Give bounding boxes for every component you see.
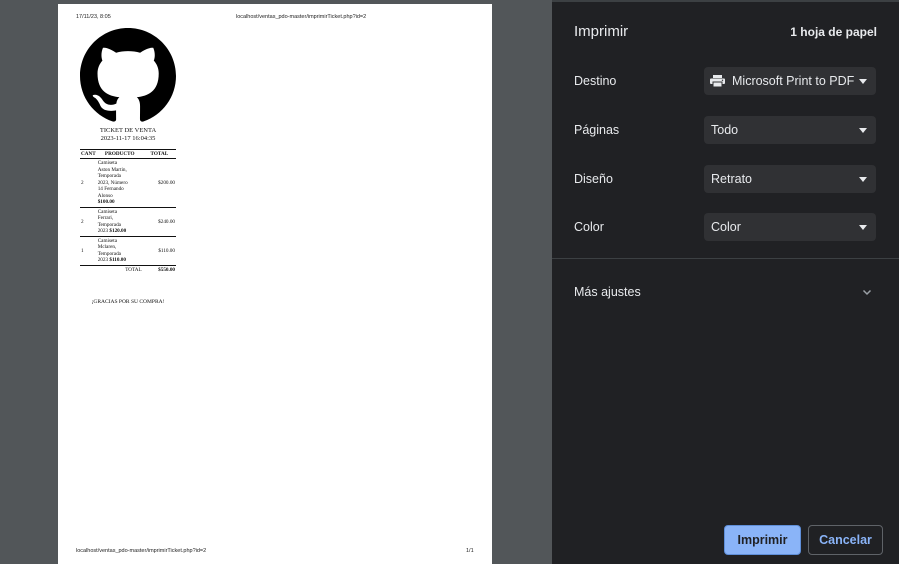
page-header-url: localhost/ventas_pdo-master/imprimirTick… [236, 14, 367, 20]
producto-line-text: 2023 [97, 228, 109, 234]
producto-line: 2023 $110.00 [98, 257, 142, 264]
page-footer-number: 1/1 [466, 548, 474, 554]
ticket-table: CANT PRODUCTO TOTAL 2 Camiseta Aston Mar… [80, 149, 176, 274]
row-producto: Camiseta Aston Martin, Temporada 2023, N… [96, 158, 143, 208]
dropdown-caret-icon [859, 128, 867, 133]
producto-line: 2023 $120.00 [98, 228, 142, 235]
preview-page: 17/11/23, 8:05 localhost/ventas_pdo-mast… [58, 4, 492, 564]
column-header-cant: CANT [80, 149, 97, 159]
dropdown-caret-icon [859, 79, 867, 84]
print-button[interactable]: Imprimir [724, 525, 801, 555]
row-cant: 1 [80, 236, 97, 266]
panel-divider [552, 258, 899, 259]
row-cant: 2 [80, 207, 97, 237]
total-row: TOTAL $550.00 [80, 265, 176, 274]
unit-price: $110.00 [109, 257, 126, 263]
paginas-value: Todo [711, 123, 739, 137]
dropdown-caret-icon [859, 225, 867, 230]
table-row: 1 Camiseta Mclaren, Temporada 2023 $110.… [80, 236, 176, 266]
panel-top-border [552, 0, 899, 2]
destino-select[interactable]: Microsoft Print to PDF [704, 67, 876, 95]
ticket-title: TICKET DE VENTA [99, 127, 157, 134]
table-row: 2 Camiseta Ferrari, Temporada 2023 $120.… [80, 207, 176, 237]
more-settings-toggle[interactable]: Más ajustes [574, 285, 641, 299]
destino-value: Microsoft Print to PDF [732, 74, 855, 88]
page-header-datetime: 17/11/23, 8:05 [76, 14, 111, 20]
color-label: Color [574, 220, 604, 234]
unit-price: $120.00 [109, 228, 127, 234]
diseno-label: Diseño [574, 172, 613, 186]
row-cant: 2 [80, 158, 97, 208]
destino-label: Destino [574, 74, 617, 88]
print-settings-panel: Imprimir 1 hoja de papel Destino Microso… [552, 0, 899, 564]
github-logo-icon [80, 28, 176, 122]
row-total: $110.00 [142, 236, 176, 266]
printer-icon [710, 75, 725, 87]
row-producto: Camiseta Mclaren, Temporada 2023 $110.00 [96, 236, 143, 266]
column-header-producto: PRODUCTO [96, 149, 143, 159]
color-select[interactable]: Color [704, 213, 876, 241]
total-label: TOTAL [125, 266, 142, 273]
row-total: $200.00 [142, 158, 176, 208]
dropdown-caret-icon [859, 177, 867, 182]
thanks-message: ¡GRACIAS POR SU COMPRA! [91, 299, 165, 305]
unit-price: $100.00 [97, 199, 115, 205]
total-value: $550.00 [158, 266, 175, 273]
print-preview-area: 17/11/23, 8:05 localhost/ventas_pdo-mast… [0, 0, 552, 564]
column-header-total: TOTAL [142, 149, 176, 159]
panel-title: Imprimir [574, 23, 629, 40]
producto-line-text: 2023 [97, 257, 109, 263]
paginas-select[interactable]: Todo [704, 116, 876, 144]
row-producto: Camiseta Ferrari, Temporada 2023 $120.00 [96, 207, 143, 237]
total-spacer [80, 265, 97, 274]
paginas-label: Páginas [574, 123, 620, 137]
row-total: $240.00 [142, 207, 176, 237]
color-value: Color [711, 220, 741, 234]
page-footer-url: localhost/ventas_pdo-master/imprimirTick… [76, 548, 207, 554]
diseno-value: Retrato [711, 172, 752, 186]
diseno-select[interactable]: Retrato [704, 165, 876, 193]
ticket-date: 2023-11-17 16:04:35 [100, 135, 156, 142]
chevron-down-icon[interactable] [861, 286, 873, 298]
sheet-count: 1 hoja de papel [790, 25, 877, 39]
cancel-button[interactable]: Cancelar [808, 525, 883, 555]
table-row: 2 Camiseta Aston Martin, Temporada 2023,… [80, 158, 176, 208]
